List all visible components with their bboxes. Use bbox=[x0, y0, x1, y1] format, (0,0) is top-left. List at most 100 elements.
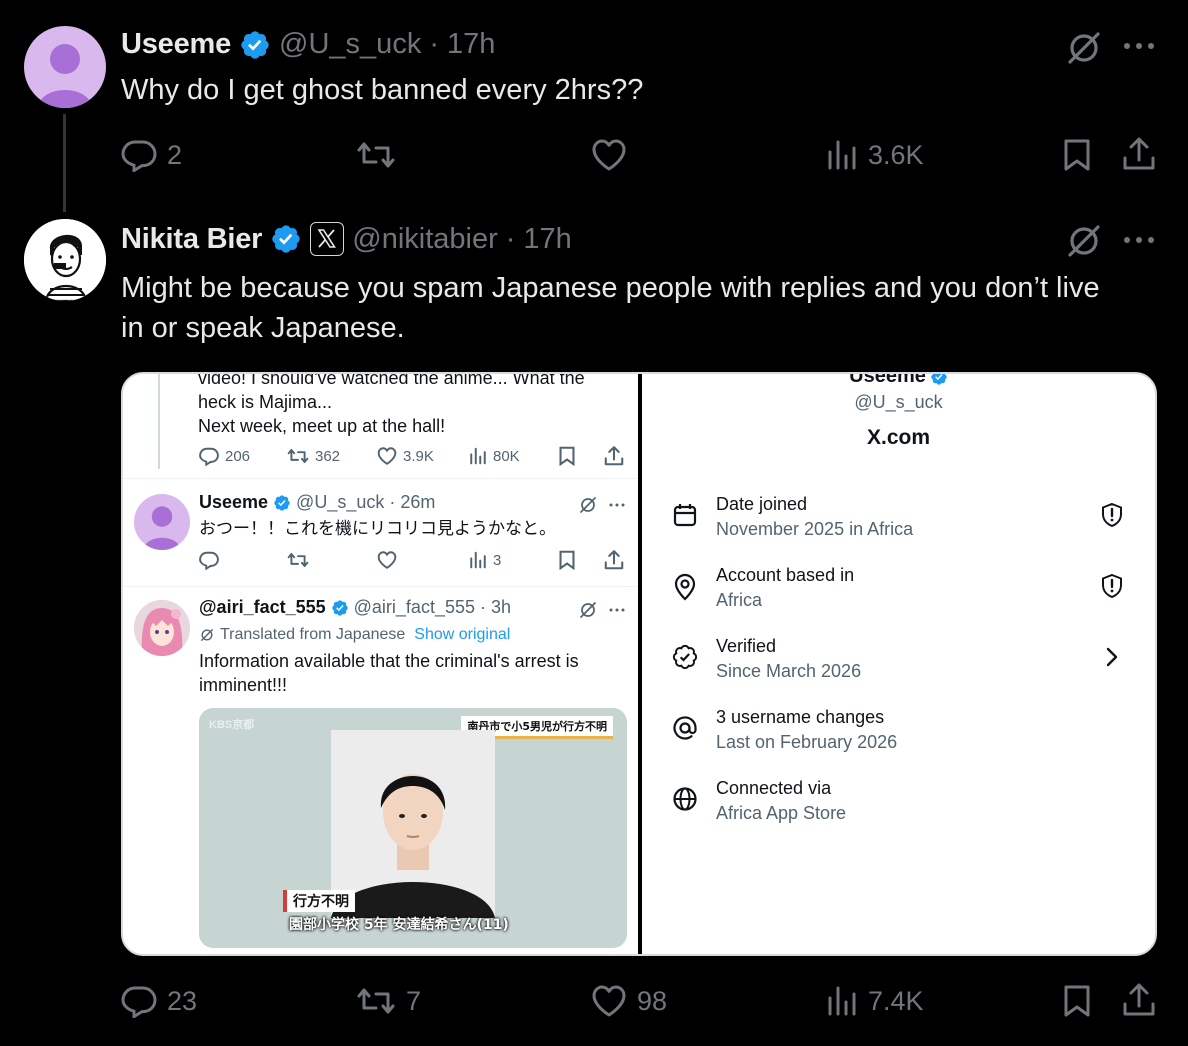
reply-button[interactable]: 2 bbox=[121, 138, 182, 172]
screenshot-right-panel: Useeme @U_s_uck X.com Date joined Novemb… bbox=[642, 374, 1155, 954]
author-handle[interactable]: @nikitabier bbox=[352, 223, 498, 256]
site-label: X.com bbox=[866, 426, 931, 449]
verified-badge-icon bbox=[274, 494, 290, 511]
bookmark-button[interactable] bbox=[1062, 138, 1092, 172]
grok-icon[interactable] bbox=[578, 495, 598, 515]
share-button[interactable] bbox=[604, 445, 624, 467]
grok-icon[interactable] bbox=[578, 600, 598, 620]
avatar[interactable] bbox=[134, 600, 190, 656]
like-button[interactable]: 98 bbox=[591, 984, 667, 1018]
more-options-icon[interactable] bbox=[1122, 232, 1156, 248]
tweet-text-line: Might be because you spam Japanese peopl… bbox=[121, 272, 1100, 304]
tweet-header: Useeme @U_s_uck · 17h bbox=[121, 28, 495, 61]
share-button[interactable] bbox=[1122, 982, 1156, 1018]
grok-icon[interactable] bbox=[1064, 28, 1104, 68]
repost-icon bbox=[357, 142, 395, 168]
news-caption: 園部小学校 5年 安達結希さん(11) bbox=[289, 917, 509, 933]
attached-image[interactable]: video! I should've watched the anime... … bbox=[121, 372, 1157, 956]
repost-icon bbox=[287, 552, 309, 568]
author-name[interactable]: Useeme bbox=[121, 28, 231, 61]
default-avatar-icon bbox=[143, 506, 181, 550]
chevron-right-icon[interactable] bbox=[1104, 646, 1120, 668]
repost-button[interactable]: 362 bbox=[287, 446, 340, 466]
thread-line bbox=[63, 114, 66, 212]
profile-handle: @U_s_uck bbox=[854, 392, 943, 412]
share-icon bbox=[1123, 983, 1155, 1016]
at-sign-icon bbox=[673, 716, 697, 740]
share-button[interactable] bbox=[604, 549, 624, 571]
verified-badge-icon bbox=[239, 29, 271, 61]
author-name[interactable]: Nikita Bier bbox=[121, 223, 262, 256]
account-info-list: Date joined November 2025 in Africa Acco… bbox=[672, 494, 1142, 849]
info-label: Date joined bbox=[716, 494, 808, 514]
post-text-line: heck is Majima... bbox=[198, 392, 333, 412]
info-row-verified[interactable]: Verified Since March 2026 bbox=[672, 636, 1142, 707]
reply-button[interactable]: 23 bbox=[121, 984, 197, 1018]
location-pin-icon bbox=[674, 573, 696, 601]
info-value: Last on February 2026 bbox=[716, 732, 898, 752]
shield-alert-icon[interactable] bbox=[1100, 502, 1124, 528]
more-options-icon[interactable] bbox=[1122, 38, 1156, 54]
author-handle[interactable]: @U_s_uck bbox=[296, 492, 384, 513]
anime-avatar-icon bbox=[134, 600, 190, 656]
timestamp[interactable]: 17h bbox=[523, 223, 571, 256]
like-button[interactable] bbox=[377, 550, 397, 570]
avatar[interactable] bbox=[24, 219, 106, 301]
bookmark-button[interactable] bbox=[558, 550, 576, 570]
post-text-line: video! I should've watched the anime... … bbox=[198, 372, 585, 388]
author-handle[interactable]: @airi_fact_555 bbox=[354, 597, 475, 618]
views-button[interactable]: 80K bbox=[469, 446, 520, 466]
heart-icon bbox=[592, 139, 626, 171]
news-image[interactable]: KBS京都 南丹市で小5男児が行方不明 行方不明 園部小学校 5年 安達結希さん… bbox=[199, 708, 627, 948]
more-options-icon[interactable] bbox=[608, 501, 626, 509]
bookmark-button[interactable] bbox=[1062, 984, 1092, 1018]
post-text-line: imminent!!! bbox=[199, 675, 288, 695]
repost-count: 7 bbox=[406, 985, 422, 1016]
like-button[interactable] bbox=[591, 138, 637, 172]
news-logo: KBS京都 bbox=[209, 719, 255, 731]
author-handle[interactable]: @U_s_uck bbox=[279, 28, 421, 61]
repost-button[interactable] bbox=[356, 138, 406, 172]
x-affiliate-badge-icon[interactable] bbox=[310, 222, 345, 256]
analytics-icon bbox=[828, 140, 856, 170]
bookmark-button[interactable] bbox=[558, 446, 576, 466]
timestamp[interactable]: 3h bbox=[491, 597, 511, 618]
info-row-connected-via: Connected via Africa App Store bbox=[672, 778, 1142, 849]
verified-badge-icon bbox=[331, 599, 348, 616]
repost-button[interactable]: 7 bbox=[356, 984, 421, 1018]
show-original-link[interactable]: Show original bbox=[414, 626, 510, 644]
share-button[interactable] bbox=[1122, 136, 1156, 172]
divider bbox=[123, 478, 638, 479]
divider bbox=[123, 586, 638, 587]
tweet-text-line: in or speak Japanese. bbox=[121, 312, 405, 344]
reply-icon bbox=[121, 986, 157, 1018]
reply-count: 2 bbox=[167, 139, 183, 170]
reply-button[interactable]: 206 bbox=[199, 446, 250, 466]
timestamp[interactable]: 17h bbox=[447, 28, 495, 61]
shield-alert-icon[interactable] bbox=[1100, 573, 1124, 599]
like-count: 98 bbox=[637, 985, 668, 1016]
tweet-text: Why do I get ghost banned every 2hrs?? bbox=[121, 74, 644, 106]
grok-icon[interactable] bbox=[1064, 221, 1104, 261]
heart-icon bbox=[377, 551, 397, 569]
author-name[interactable]: @airi_fact_555 bbox=[199, 597, 326, 618]
more-options-icon[interactable] bbox=[608, 606, 626, 614]
screenshot-left-panel: video! I should've watched the anime... … bbox=[123, 374, 638, 954]
info-label: Connected via bbox=[716, 778, 832, 798]
bookmark-icon bbox=[559, 550, 575, 570]
views-button[interactable]: 3.6K bbox=[826, 138, 924, 172]
repost-button[interactable] bbox=[287, 550, 309, 570]
like-button[interactable]: 3.9K bbox=[377, 446, 434, 466]
avatar[interactable] bbox=[24, 26, 106, 108]
views-button[interactable]: 7.4K bbox=[826, 984, 924, 1018]
share-icon bbox=[604, 550, 624, 570]
reply-icon bbox=[121, 140, 157, 172]
views-button[interactable]: 3 bbox=[469, 550, 501, 570]
grok-icon bbox=[200, 628, 214, 642]
author-name[interactable]: Useeme bbox=[199, 492, 268, 513]
avatar[interactable] bbox=[134, 494, 190, 550]
reply-header: @airi_fact_555 @airi_fact_555 · 3h bbox=[199, 597, 512, 618]
timestamp[interactable]: 26m bbox=[400, 492, 435, 513]
reply-header: Useeme @U_s_uck · 26m bbox=[199, 492, 436, 513]
reply-button[interactable] bbox=[199, 550, 219, 570]
